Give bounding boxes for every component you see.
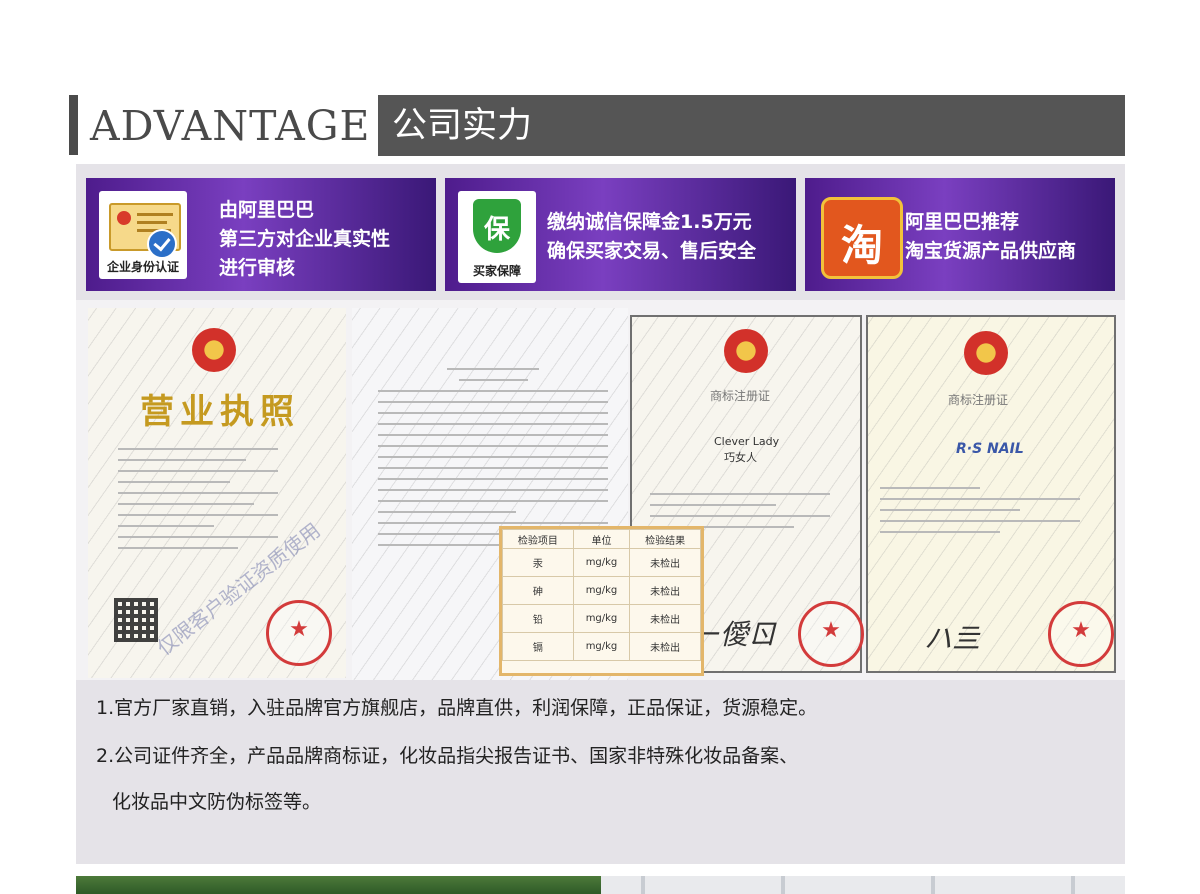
table-cell: 未检出 (629, 604, 701, 633)
table-cell: mg/kg (572, 604, 631, 633)
feature-line: 由阿里巴巴 (219, 199, 315, 221)
company-building-photo (76, 876, 601, 894)
description-line-3: 化妆品中文防伪标签等。 (112, 791, 322, 813)
national-emblem-icon (964, 331, 1008, 375)
inspection-results-table: 检验项目 单位 检验结果 汞 mg/kg 未检出 砷 mg/kg 未检出 铅 m… (499, 526, 704, 676)
table-cell: 未检出 (629, 576, 701, 605)
feature-card-enterprise-auth: 企业身份认证 由阿里巴巴 第三方对企业真实性 进行审核 (86, 178, 436, 291)
trademark-certificate-rs-nail: 商标注册证 R·S NAIL ハ亖 (866, 315, 1116, 673)
taobao-icon: 淘 (821, 197, 903, 279)
description-line-2: 2.公司证件齐全，产品品牌商标证，化妆品指尖报告证书、国家非特殊化妆品备案、 (96, 745, 799, 767)
national-emblem-icon (192, 328, 236, 372)
table-row: 镉 mg/kg 未检出 (502, 632, 701, 661)
table-cell: 未检出 (629, 548, 701, 577)
office-interior-photo (601, 876, 1125, 894)
business-license-title: 营业执照 (140, 392, 300, 432)
table-row: 砷 mg/kg 未检出 (502, 576, 701, 605)
official-seal-icon (266, 600, 332, 666)
signature-image: ハ亖 (924, 622, 981, 655)
table-header: 检验项目 (502, 529, 574, 549)
buyer-protection-badge: 保 买家保障 (458, 191, 536, 283)
header-title-en: ADVANTAGE (90, 102, 371, 150)
trademark-title: 商标注册证 (948, 393, 1009, 407)
table-cell: 铅 (502, 604, 574, 633)
feature-line: 缴纳诚信保障金1.5万元 (547, 211, 752, 233)
table-row: 铅 mg/kg 未检出 (502, 604, 701, 633)
trademark-title: 商标注册证 (710, 389, 771, 403)
verified-check-icon (147, 229, 177, 259)
signature-image: ㄧ僾ㄖ (692, 618, 777, 651)
national-emblem-icon (724, 329, 768, 373)
trademark-brand: Clever Lady (714, 435, 780, 448)
badge-caption: 买家保障 (472, 264, 521, 278)
business-license-certificate: 营业执照 仅限客户验证资质使用 (88, 308, 346, 678)
enterprise-id-badge: 企业身份认证 (99, 191, 187, 279)
feature-line: 第三方对企业真实性 (219, 228, 391, 250)
trademark-brand-cn: 巧女人 (724, 451, 757, 464)
feature-line: 进行审核 (219, 257, 296, 279)
table-cell: 镉 (502, 632, 574, 661)
table-cell: mg/kg (572, 548, 631, 577)
header-accent-bar (69, 95, 78, 155)
table-cell: mg/kg (572, 576, 631, 605)
feature-card-taobao-supplier: 淘 阿里巴巴推荐 淘宝货源产品供应商 (805, 178, 1115, 291)
table-cell: mg/kg (572, 632, 631, 661)
table-cell: 砷 (502, 576, 574, 605)
description-line-1: 1.官方厂家直销，入驻品牌官方旗舰店，品牌直供，利润保障，正品保证，货源稳定。 (96, 697, 818, 719)
official-seal-icon (1048, 601, 1114, 667)
taobao-badge: 淘 (815, 191, 903, 279)
table-header: 单位 (572, 529, 631, 549)
official-seal-icon (798, 601, 864, 667)
badge-caption: 企业身份认证 (106, 260, 179, 274)
header-title-cn: 公司实力 (392, 106, 533, 146)
feature-line: 阿里巴巴推荐 (905, 211, 1020, 233)
feature-line: 确保买家交易、售后安全 (547, 240, 757, 262)
table-header: 检验结果 (629, 529, 701, 549)
feature-line: 淘宝货源产品供应商 (905, 240, 1077, 262)
table-cell: 未检出 (629, 632, 701, 661)
buyer-protection-shield-icon: 保 (473, 199, 521, 253)
feature-card-buyer-protection: 保 买家保障 缴纳诚信保障金1.5万元 确保买家交易、售后安全 (445, 178, 796, 291)
table-cell: 汞 (502, 548, 574, 577)
table-row: 汞 mg/kg 未检出 (502, 548, 701, 577)
trademark-brand: R·S NAIL (956, 441, 1024, 457)
